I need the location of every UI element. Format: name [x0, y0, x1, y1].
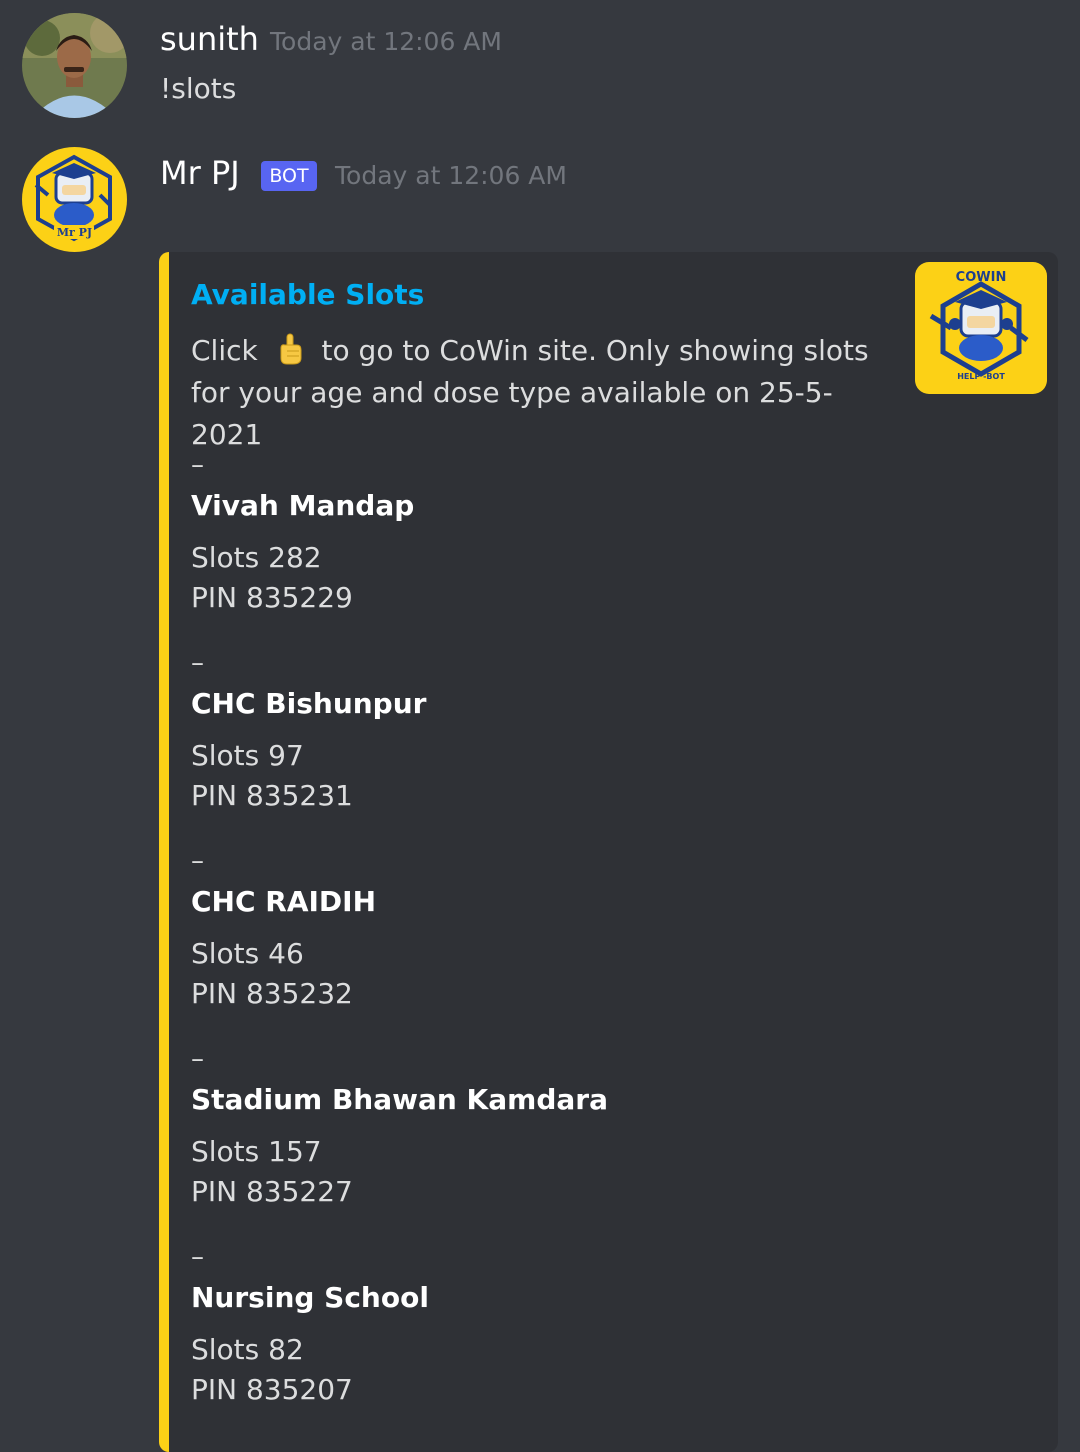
field-slots: Slots 46: [191, 937, 304, 970]
field-separator: –: [191, 450, 204, 480]
field-pin: PIN 835229: [191, 581, 353, 614]
embed-card: Available Slots Click to go to CoWin sit…: [159, 252, 1058, 1452]
bot-username[interactable]: Mr PJ: [160, 154, 240, 192]
bot-tag-badge: BOT: [261, 161, 317, 191]
field-pin: PIN 835207: [191, 1373, 353, 1406]
field-center-name: Vivah Mandap: [191, 489, 415, 522]
slot-field: – CHC RAIDIH Slots 46 PIN 835232: [191, 848, 891, 1014]
message-bot: Mr PJ Mr PJ BOT Today at 12:06 AM Availa…: [0, 0, 1080, 1452]
embed-desc-before: Click: [191, 334, 258, 367]
pointing-up-hand-icon[interactable]: [273, 332, 307, 366]
field-slots: Slots 157: [191, 1135, 322, 1168]
embed-title-link[interactable]: Available Slots: [191, 278, 424, 311]
field-center-name: CHC RAIDIH: [191, 885, 377, 918]
field-center-name: Stadium Bhawan Kamdara: [191, 1083, 608, 1116]
field-slots: Slots 97: [191, 739, 304, 772]
slot-field: – CHC Bishunpur Slots 97 PIN 835231: [191, 650, 891, 816]
bot-avatar-label: Mr PJ: [56, 226, 93, 239]
bot-avatar[interactable]: Mr PJ: [22, 147, 127, 252]
field-pin: PIN 835227: [191, 1175, 353, 1208]
slot-field: – Stadium Bhawan Kamdara Slots 157 PIN 8…: [191, 1046, 891, 1212]
field-separator: –: [191, 1242, 204, 1272]
slot-field: – Vivah Mandap Slots 282 PIN 835229: [191, 452, 891, 618]
field-slots: Slots 82: [191, 1333, 304, 1366]
field-pin: PIN 835231: [191, 779, 353, 812]
field-separator: –: [191, 1044, 204, 1074]
field-separator: –: [191, 648, 204, 678]
field-pin: PIN 835232: [191, 977, 353, 1010]
bot-timestamp: Today at 12:06 AM: [335, 161, 567, 190]
field-center-name: CHC Bishunpur: [191, 687, 427, 720]
embed-description: Click to go to CoWin site. Only showing …: [191, 330, 891, 456]
thumbnail-top-text: COWIN: [955, 270, 1007, 285]
thumbnail-bottom-text: HELP -BOT: [957, 372, 1005, 381]
field-separator: –: [191, 846, 204, 876]
field-slots: Slots 282: [191, 541, 322, 574]
field-center-name: Nursing School: [191, 1281, 429, 1314]
embed-thumbnail[interactable]: COWIN HELP -BOT: [915, 262, 1047, 394]
slot-field: – Nursing School Slots 82 PIN 835207: [191, 1244, 891, 1410]
